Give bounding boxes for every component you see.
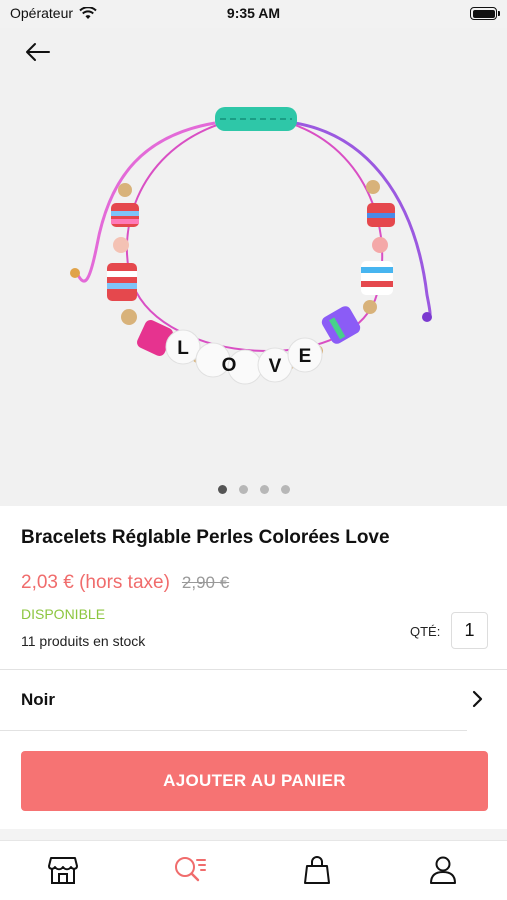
tab-bar [0,840,507,900]
shop-icon [48,857,78,884]
bead-letter-o: O [222,355,237,376]
stock-count: 11 produits en stock [21,633,146,649]
add-to-cart-button[interactable]: AJOUTER AU PANIER [21,751,488,811]
profile-icon [430,856,456,884]
tab-search[interactable] [173,853,207,887]
status-time: 9:35 AM [226,5,281,21]
arrow-left-icon [26,43,50,61]
availability-status: DISPONIBLE [21,606,106,622]
back-button[interactable] [18,36,58,68]
bead-letter-v: V [269,356,282,377]
section-separator [0,829,507,840]
status-bar: Opérateur 9:35 AM [0,0,507,28]
love-letter-beads: L O V E [165,329,323,385]
option-label: Noir [21,690,55,709]
cart-bag-icon [304,856,330,884]
bracelet-image: L O V E [70,107,432,385]
gallery-dot[interactable] [280,485,290,494]
chevron-right-icon [472,690,483,708]
tab-profile[interactable] [426,853,460,887]
gallery-dot[interactable] [217,485,227,494]
bead-letter-e: E [299,346,312,367]
battery-icon [470,7,500,20]
product-old-price: 2,90 € [181,573,230,592]
bead-letter-l: L [177,338,189,359]
gallery-dot[interactable] [238,485,248,494]
product-screen: L O V E Opérateur 9:35 AM Bracelets Régl… [0,0,507,900]
product-price: 2,03 € (hors taxe) [21,572,170,593]
search-list-icon [175,857,206,882]
tab-shop[interactable] [46,853,80,887]
tab-cart[interactable] [300,853,334,887]
quantity-input[interactable]: 1 [451,612,488,649]
product-title: Bracelets Réglable Perles Colorées Love [21,527,390,548]
option-selector[interactable]: Noir [0,670,507,730]
product-image-gallery[interactable]: L O V E [0,0,507,506]
divider [0,730,467,731]
price-row: 2,03 € (hors taxe) 2,90 € [21,572,229,594]
gallery-pagination[interactable] [0,485,507,494]
gallery-dot[interactable] [259,485,269,494]
quantity-label: QTÉ: [410,624,441,639]
